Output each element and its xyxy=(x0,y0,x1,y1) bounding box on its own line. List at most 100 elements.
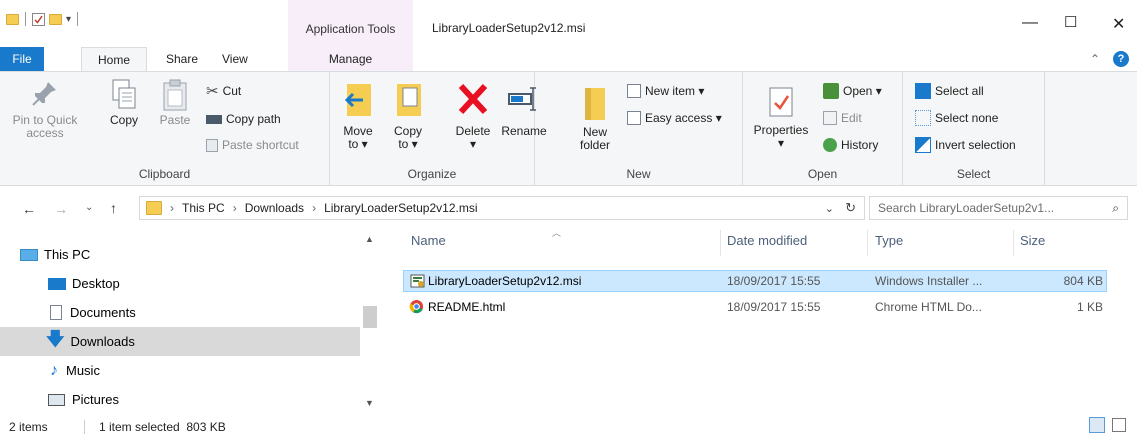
scroll-thumb[interactable] xyxy=(363,306,377,328)
cut-button[interactable]: ✂ Cut xyxy=(206,81,241,101)
copy-to-label: Copy to ▾ xyxy=(393,124,422,151)
easy-access-button[interactable]: Easy access ▾ xyxy=(627,108,722,128)
details-view-icon[interactable] xyxy=(1089,417,1105,433)
clipboard-group-label: Clipboard xyxy=(138,167,191,181)
open-button[interactable]: Open ▾ xyxy=(823,81,882,101)
scissors-icon: ✂ xyxy=(206,83,219,100)
file-type: Chrome HTML Do... xyxy=(875,300,982,314)
computer-icon xyxy=(20,248,38,261)
column-size[interactable]: Size xyxy=(1020,233,1045,259)
minimize-button[interactable]: — xyxy=(1022,14,1038,32)
easy-access-label: Easy access ▾ xyxy=(645,111,722,125)
ribbon: Pin to Quick access Copy Paste ✂ Cut Cop… xyxy=(0,71,1137,186)
search-box[interactable]: Search LibraryLoaderSetup2v1... ⌕ xyxy=(869,196,1128,220)
paste-shortcut-button[interactable]: Paste shortcut xyxy=(206,135,299,155)
context-tab-label: Application Tools xyxy=(305,22,396,36)
nav-item-downloads[interactable]: 🡇 Downloads xyxy=(0,327,360,356)
address-row: ← → ⌄ ↑ › This PC › Downloads › LibraryL… xyxy=(0,187,1137,228)
new-item-icon xyxy=(627,84,641,98)
select-all-button[interactable]: Select all xyxy=(915,81,984,101)
breadcrumb-downloads[interactable]: Downloads xyxy=(245,201,304,215)
close-button[interactable]: ✕ xyxy=(1112,14,1125,34)
select-none-button[interactable]: Select none xyxy=(915,108,998,128)
properties-check-icon[interactable] xyxy=(32,12,45,26)
tab-view[interactable]: View xyxy=(222,47,248,71)
maximize-button[interactable]: ☐ xyxy=(1064,13,1077,31)
recent-locations-icon[interactable]: ⌄ xyxy=(85,202,93,213)
refresh-icon[interactable]: ↻ xyxy=(845,200,856,216)
scroll-down-icon[interactable]: ▼ xyxy=(365,398,374,408)
nav-item-music[interactable]: ♪ Music xyxy=(0,356,360,385)
new-group: New folder New item ▾ Easy access ▾ New xyxy=(535,72,743,185)
new-folder-label: New folder xyxy=(579,125,611,152)
folder-icon xyxy=(6,13,19,25)
explorer-window: ▾ Application Tools LibraryLoaderSetup2v… xyxy=(0,0,1137,440)
properties-label: Properties ▾ xyxy=(753,123,809,150)
tab-home[interactable]: Home xyxy=(81,47,147,72)
forward-arrow-icon[interactable]: → xyxy=(54,201,68,217)
tab-file[interactable]: File xyxy=(0,47,44,71)
new-group-label: New xyxy=(626,167,651,181)
file-date: 18/09/2017 15:55 xyxy=(727,274,821,288)
new-folder-icon[interactable] xyxy=(49,13,62,25)
pin-quick-access-button[interactable]: Pin to Quick access xyxy=(10,78,80,140)
installer-icon xyxy=(823,83,839,99)
paste-shortcut-icon xyxy=(206,138,218,152)
new-item-label: New item ▾ xyxy=(645,84,705,98)
new-item-button[interactable]: New item ▾ xyxy=(627,81,704,101)
collapse-ribbon-icon[interactable]: ⌃ xyxy=(1090,47,1100,71)
copy-button[interactable]: Copy xyxy=(106,78,142,127)
nav-scrollbar[interactable]: ▲ ▼ xyxy=(361,228,378,414)
properties-button[interactable]: Properties ▾ xyxy=(748,84,814,150)
paste-shortcut-label: Paste shortcut xyxy=(222,138,299,152)
help-icon[interactable]: ? xyxy=(1113,51,1129,67)
nav-item-documents[interactable]: Documents xyxy=(0,298,360,327)
paste-button[interactable]: Paste xyxy=(155,78,195,127)
paste-label: Paste xyxy=(159,113,191,127)
tab-manage[interactable]: Manage xyxy=(288,47,413,71)
move-to-button[interactable]: Move to ▾ xyxy=(338,80,378,151)
up-arrow-icon[interactable]: ↑ xyxy=(110,200,117,216)
column-date-modified[interactable]: Date modified xyxy=(727,233,807,259)
qat-dropdown-icon[interactable]: ▾ xyxy=(66,14,71,25)
copy-to-button[interactable]: Copy to ▾ xyxy=(390,80,426,151)
nav-item-this-pc[interactable]: This PC xyxy=(0,240,360,269)
table-row[interactable]: README.html 18/09/2017 15:55 Chrome HTML… xyxy=(403,297,1107,319)
music-note-icon: ♪ xyxy=(50,361,58,379)
nav-label: Documents xyxy=(70,305,136,320)
file-date: 18/09/2017 15:55 xyxy=(727,300,821,314)
breadcrumb-this-pc[interactable]: This PC xyxy=(182,201,225,215)
select-all-icon xyxy=(915,83,931,99)
scroll-up-icon[interactable]: ▲ xyxy=(365,234,374,244)
title-bar: ▾ Application Tools LibraryLoaderSetup2v… xyxy=(0,0,1137,47)
copy-path-button[interactable]: Copy path xyxy=(206,109,281,129)
item-count: 2 items xyxy=(9,420,48,434)
sort-ascending-icon: ︿ xyxy=(552,228,562,238)
address-dropdown-icon[interactable]: ⌄ xyxy=(825,202,834,215)
nav-item-pictures[interactable]: Pictures xyxy=(0,385,360,414)
application-tools-context: Application Tools xyxy=(288,0,413,47)
breadcrumb-current[interactable]: LibraryLoaderSetup2v12.msi xyxy=(324,201,477,215)
invert-selection-button[interactable]: Invert selection xyxy=(915,135,1016,155)
nav-item-desktop[interactable]: Desktop xyxy=(0,269,360,298)
history-button[interactable]: History xyxy=(823,135,878,155)
installer-icon xyxy=(409,272,426,289)
tab-share[interactable]: Share xyxy=(166,47,198,71)
chrome-icon xyxy=(409,299,424,314)
new-folder-button[interactable]: New folder xyxy=(575,86,615,152)
column-type[interactable]: Type xyxy=(875,233,903,259)
navigation-pane: This PC Desktop Documents 🡇 Downloads ♪ … xyxy=(0,228,378,414)
table-row[interactable]: LibraryLoaderSetup2v12.msi 18/09/2017 15… xyxy=(403,270,1107,292)
edit-button[interactable]: Edit xyxy=(823,108,862,128)
delete-label: Delete ▾ xyxy=(455,124,491,151)
column-name[interactable]: Name xyxy=(411,233,446,259)
open-label: Open ▾ xyxy=(843,84,882,98)
edit-icon xyxy=(823,111,837,125)
nav-label: This PC xyxy=(44,247,91,262)
nav-label: Music xyxy=(66,363,100,378)
address-bar[interactable]: › This PC › Downloads › LibraryLoaderSet… xyxy=(139,196,865,220)
cut-label: Cut xyxy=(222,84,242,98)
back-arrow-icon[interactable]: ← xyxy=(22,201,36,217)
large-icons-view-icon[interactable] xyxy=(1112,418,1126,432)
delete-button[interactable]: Delete ▾ xyxy=(451,80,495,151)
